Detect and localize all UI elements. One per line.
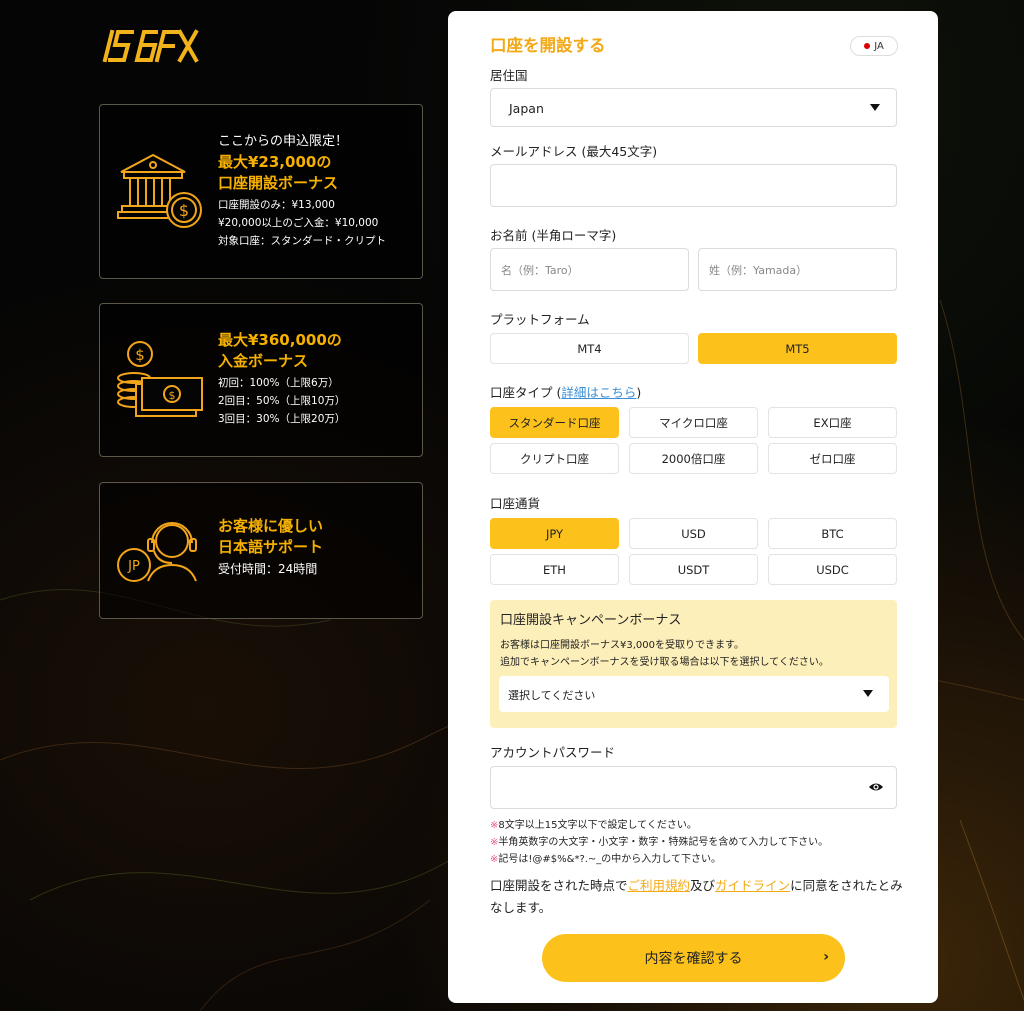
account-type-label-end: ) [636,385,642,400]
svg-text:$: $ [169,389,176,402]
dropdown-arrow-icon [863,690,873,697]
last-name-field[interactable]: 姓（例：Yamada） [698,248,897,291]
bonus-note: 追加でキャンペーンボーナスを受け取る場合は以下を選択してください。 [500,657,829,668]
account-type-2000x[interactable]: 2000倍口座 [629,443,758,474]
language-switcher[interactable]: JA [850,36,898,56]
first-name-field[interactable]: 名（例：Taro） [490,248,689,291]
account-type-standard[interactable]: スタンダード口座 [490,407,619,438]
currency-jpy[interactable]: JPY [490,518,619,549]
country-value: Japan [509,101,544,116]
account-opening-form: 口座を開設する JA 居住国 Japan メールアドレス (最大45文字) お名… [448,11,938,1003]
promo-headline: 日本語サポート [218,538,324,556]
account-type-details-link[interactable]: 詳細はこちら [561,385,636,400]
account-type-ex[interactable]: EX口座 [768,407,897,438]
chevron-right-icon: › [823,949,829,965]
currency-eth[interactable]: ETH [490,554,619,585]
support-headset-icon: JP [117,522,197,582]
country-select[interactable]: Japan [490,88,897,127]
bonus-select-value: 選択してください [508,689,596,702]
promo-line: ¥20,000以上のご入金：¥10,000 [218,217,379,229]
password-field[interactable] [490,766,897,809]
currency-btc[interactable]: BTC [768,518,897,549]
coins-cash-icon: $ $ [117,341,203,417]
country-label: 居住国 [490,68,528,83]
email-label: メールアドレス (最大45文字) [490,144,658,159]
confirm-button-label: 内容を確認する [644,951,743,967]
currency-usd[interactable]: USD [629,518,758,549]
form-title: 口座を開設する [490,36,606,55]
password-rule: ※8文字以上15文字以下で設定してください。 [490,820,697,831]
promo-japanese-support: JP お客様に優しい 日本語サポート 受付時間：24時間 [99,482,423,619]
bank-coin-icon: $ [117,153,202,228]
account-type-label-text: 口座タイプ ( [490,385,562,400]
platform-option-mt5[interactable]: MT5 [698,333,897,364]
promo-line: 口座開設のみ：¥13,000 [218,199,335,211]
dropdown-arrow-icon [870,104,880,111]
bonus-select[interactable]: 選択してください [499,676,889,712]
svg-text:$: $ [179,201,189,220]
is6fx-logo[interactable] [100,24,200,66]
svg-text:$: $ [135,346,145,364]
account-type-zero[interactable]: ゼロ口座 [768,443,897,474]
account-type-label: 口座タイプ (詳細はこちら) [490,382,641,401]
promo-headline: 最大¥23,000の [218,153,332,171]
password-rule: ※記号は!@#$%&*?.~_の中から入力して下さい。 [490,854,722,865]
eye-icon[interactable] [868,780,884,794]
language-label: JA [874,40,884,52]
password-rule: ※半角英数字の大文字・小文字・数字・特殊記号を含めて入力して下さい。 [490,837,829,848]
guidelines-link[interactable]: ガイドライン [715,878,790,893]
platform-option-mt4[interactable]: MT4 [490,333,689,364]
confirm-button[interactable]: 内容を確認する › [542,934,845,982]
jp-badge: JP [127,559,140,574]
promo-headline: 入金ボーナス [218,352,309,370]
last-name-placeholder: 姓（例：Yamada） [709,264,808,277]
bonus-title: 口座開設キャンペーンボーナス [500,613,682,628]
promo-deposit-bonus: $ $ 最大¥360,000の 入金ボーナス 初回：100%（上限6万） 2回目… [99,303,423,457]
currency-usdc[interactable]: USDC [768,554,897,585]
bonus-note: お客様は口座開設ボーナス¥3,000を受取りできます。 [500,640,744,651]
currency-label: 口座通貨 [490,496,541,511]
japan-flag-icon [864,43,871,49]
password-label: アカウントパスワード [490,745,616,760]
promo-headline: 最大¥360,000の [218,331,342,349]
first-name-placeholder: 名（例：Taro） [501,264,579,277]
account-type-micro[interactable]: マイクロ口座 [629,407,758,438]
campaign-bonus-panel: 口座開設キャンペーンボーナス お客様は口座開設ボーナス¥3,000を受取りできま… [490,600,897,728]
account-type-crypto[interactable]: クリプト口座 [490,443,619,474]
promo-subtitle: ここからの申込限定！ [218,134,349,149]
promo-line: 3回目：30%（上限20万） [218,413,346,425]
promo-line: 初回：100%（上限6万） [218,377,339,389]
promo-headline: お客様に優しい [218,517,324,535]
email-field[interactable] [490,164,897,207]
promo-line: 対象口座：スタンダード・クリプト [218,235,386,247]
promo-account-bonus: $ ここからの申込限定！ 最大¥23,000の 口座開設ボーナス 口座開設のみ：… [99,104,423,279]
platform-label: プラットフォーム [490,312,590,327]
terms-link[interactable]: ご利用規約 [628,878,691,893]
name-label: お名前 (半角ローマ字) [490,228,617,243]
currency-usdt[interactable]: USDT [629,554,758,585]
agreement-text: 口座開設をされた時点でご利用規約及びガイドラインに同意をされたとみなします。 [490,878,903,915]
promo-line: 2回目：50%（上限10万） [218,395,346,407]
promo-line: 受付時間：24時間 [218,562,318,576]
promo-headline: 口座開設ボーナス [218,174,339,192]
